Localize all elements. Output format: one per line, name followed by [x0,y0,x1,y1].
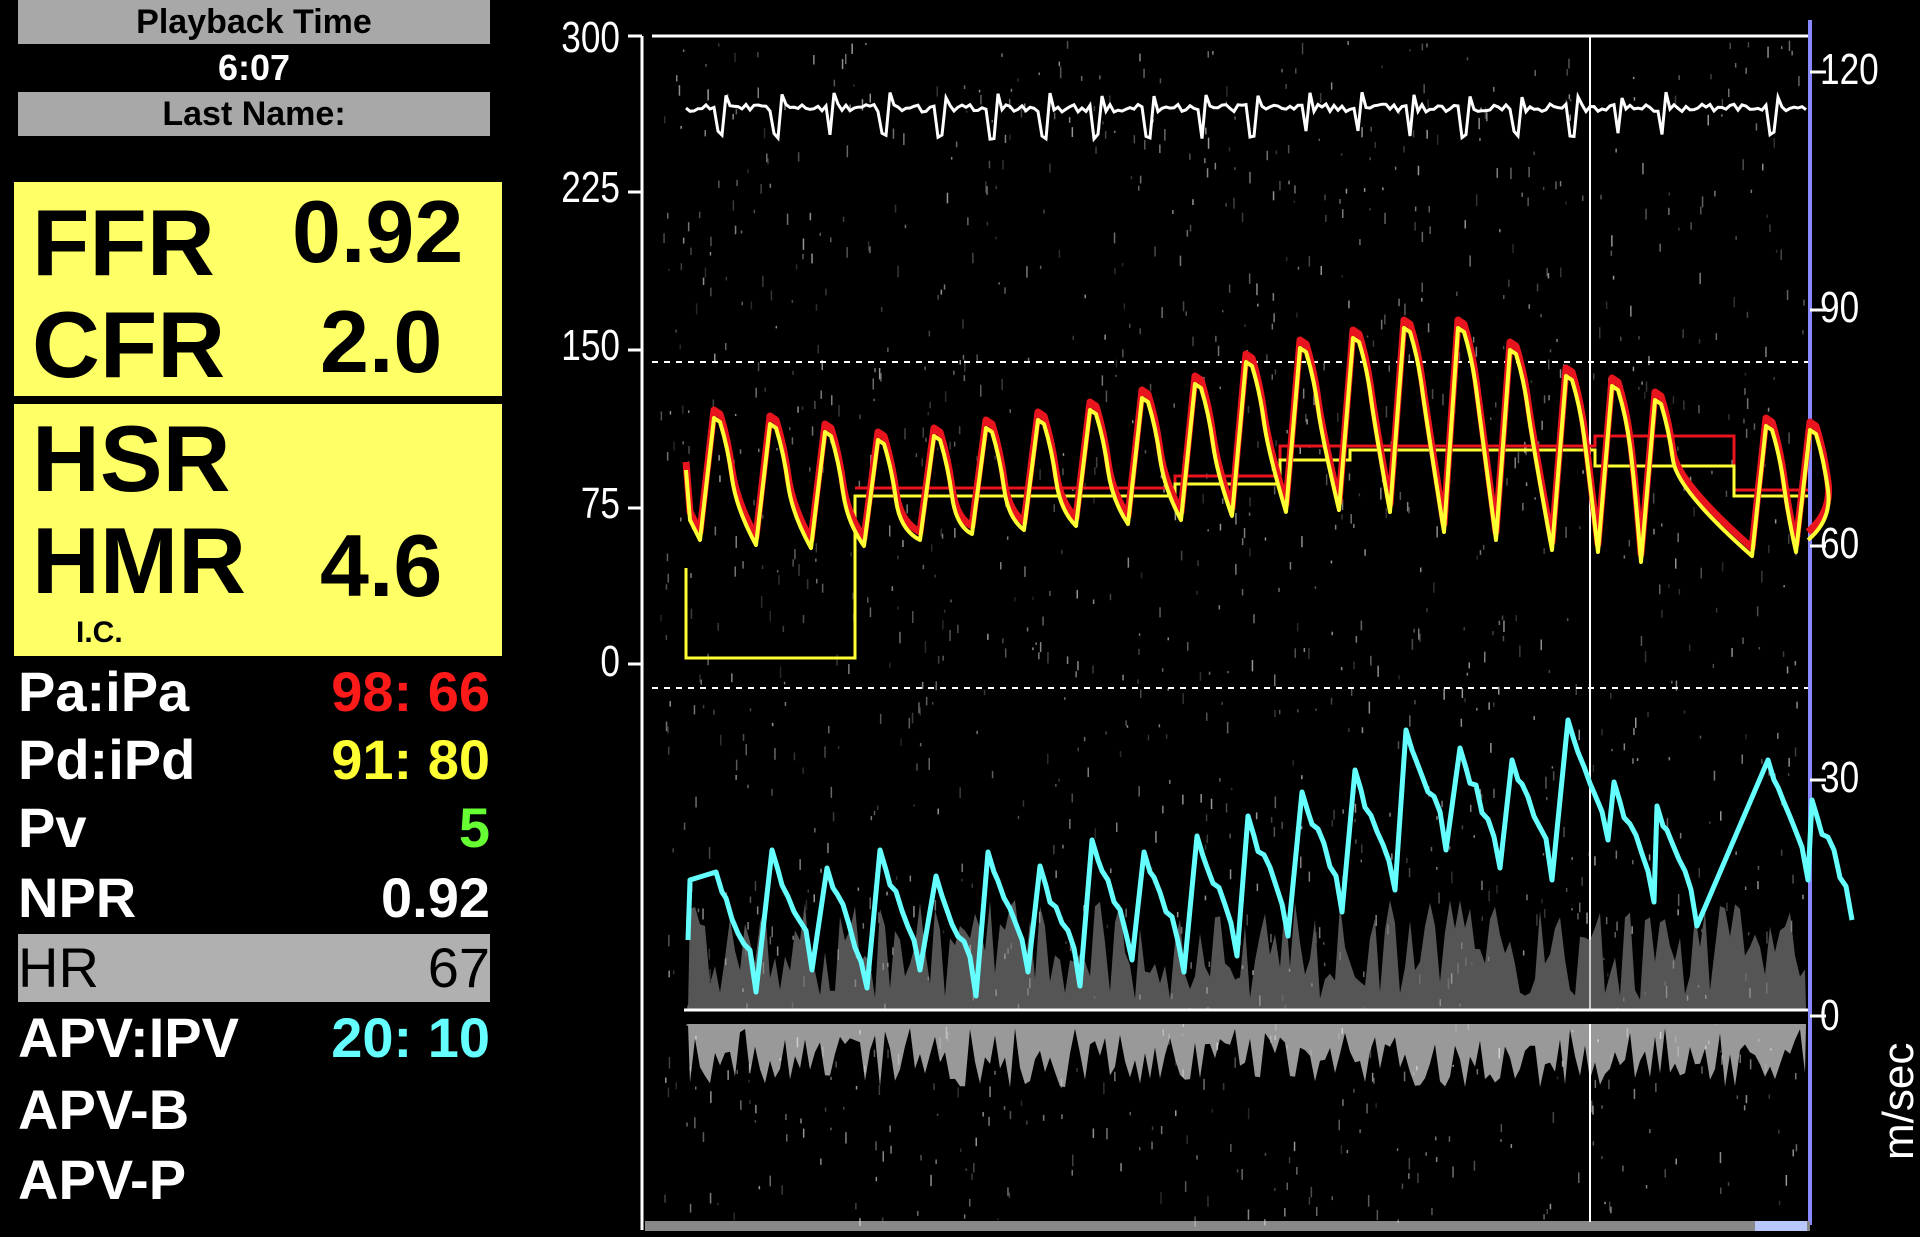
scrollbar-thumb [1755,1221,1807,1231]
hemodynamic-trace-display [628,20,1855,1231]
doppler-spectrum-negative [688,1024,1806,1088]
pressure-axis-ticks [628,34,642,666]
doppler-baseline [684,1010,1808,1024]
ecg-trace [685,91,1807,143]
velocity-axis-ticks [1810,70,1826,1018]
